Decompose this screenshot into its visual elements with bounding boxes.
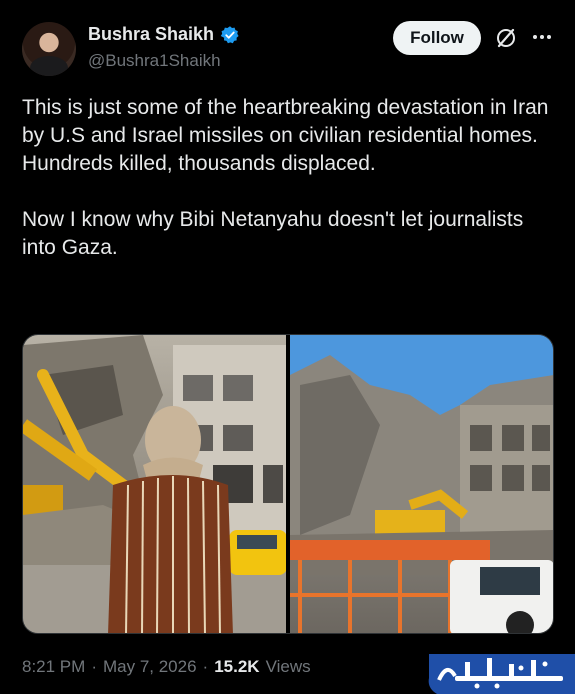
more-icon[interactable]: [530, 27, 554, 47]
tweet-meta: 8:21 PM · May 7, 2026 · 15.2K Views: [22, 657, 311, 677]
tweet-header: Bushra Shaikh @Bushra1Shaikh Follow: [0, 0, 575, 90]
follow-button[interactable]: Follow: [393, 21, 481, 55]
author-handle[interactable]: @Bushra1Shaikh: [88, 51, 221, 71]
tweet-paragraph-1: This is just some of the heartbreaking d…: [22, 96, 549, 175]
photo-collapsed-building[interactable]: [290, 335, 553, 633]
tweet-text: This is just some of the heartbreaking d…: [22, 94, 552, 290]
meta-separator: ·: [202, 657, 209, 676]
tweet-date[interactable]: May 7, 2026: [103, 657, 197, 677]
author-name-row[interactable]: Bushra Shaikh: [88, 24, 240, 45]
photo-destroyed-building[interactable]: [23, 335, 286, 633]
meta-separator: ·: [91, 657, 97, 676]
verified-badge-icon: [220, 25, 239, 43]
tabnak-watermark-logo: [428, 654, 575, 694]
grok-icon[interactable]: [494, 26, 518, 50]
views-label: Views: [265, 657, 311, 676]
tweet-time[interactable]: 8:21 PM: [22, 657, 85, 677]
media-grid[interactable]: [22, 334, 554, 634]
tweet-paragraph-2: Now I know why Bibi Netanyahu doesn't le…: [22, 208, 524, 259]
views-count: 15.2K: [214, 657, 260, 676]
avatar[interactable]: [22, 22, 76, 76]
author-display-name[interactable]: Bushra Shaikh: [88, 24, 214, 45]
